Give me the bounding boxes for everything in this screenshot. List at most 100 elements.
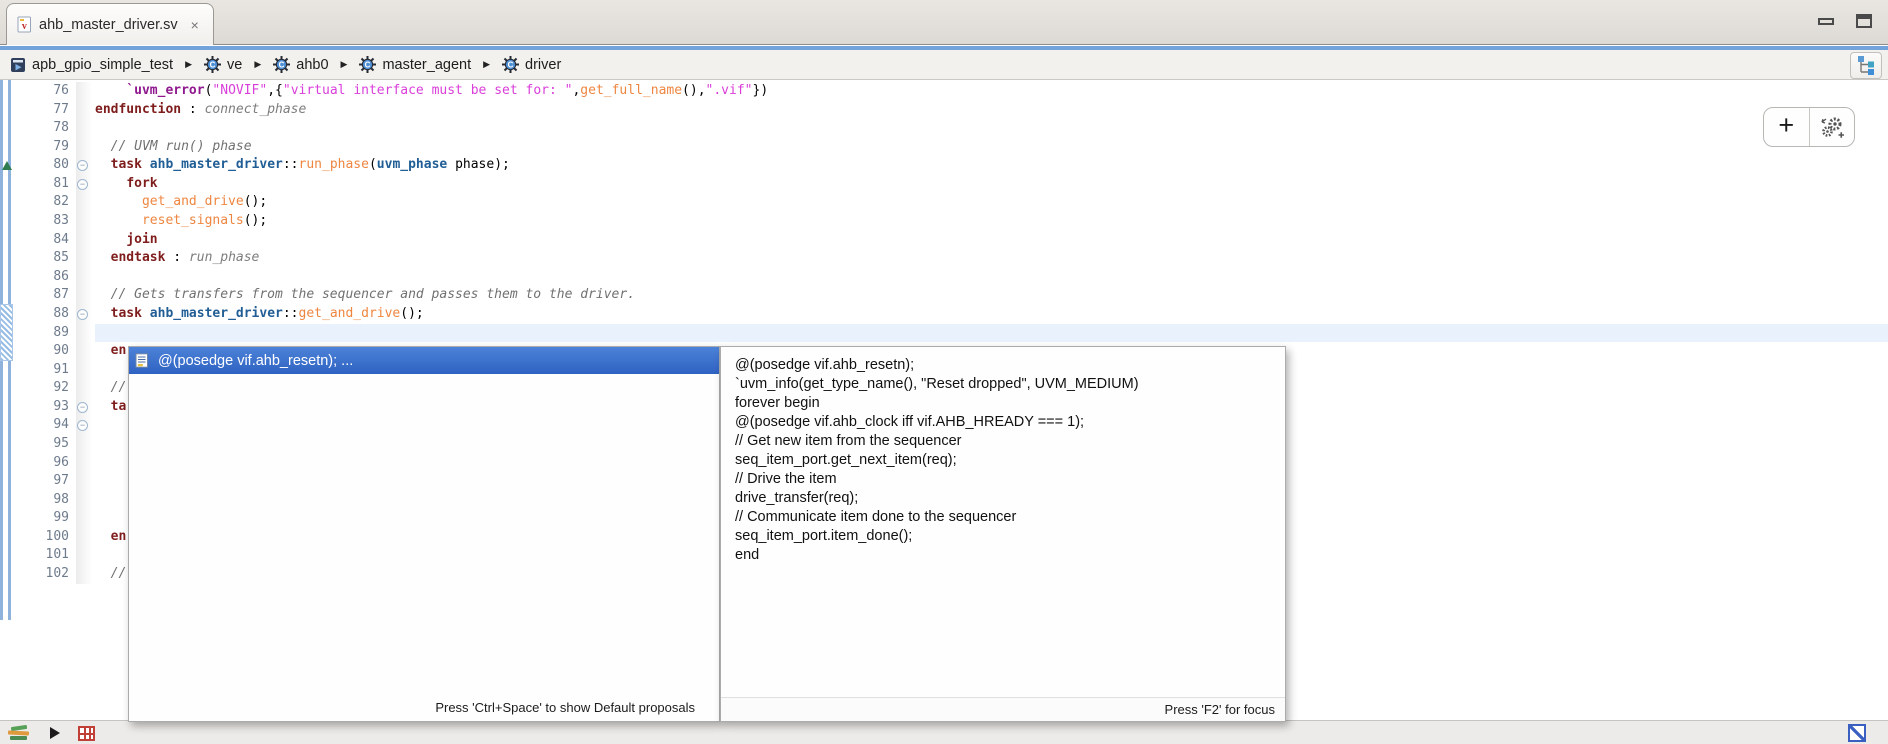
line-number[interactable]: 78 — [14, 119, 76, 138]
annotation-ruler-cell — [0, 268, 14, 287]
annotation-ruler-cell — [0, 398, 14, 417]
fold-gutter-cell: − — [76, 156, 95, 175]
add-button[interactable]: + — [1764, 108, 1810, 146]
breadcrumb-item-ahb0[interactable]: Cahb0 — [273, 56, 328, 73]
line-number[interactable]: 91 — [14, 361, 76, 380]
breadcrumb-item-master_agent[interactable]: Cmaster_agent — [359, 56, 471, 73]
line-number[interactable]: 89 — [14, 324, 76, 343]
preview-code-line: forever begin — [735, 394, 1271, 413]
annotation-ruler-cell — [0, 138, 14, 157]
code-text — [95, 119, 1888, 138]
annotation-ruler-cell — [0, 193, 14, 212]
line-number[interactable]: 90 — [14, 342, 76, 361]
line-number[interactable]: 87 — [14, 286, 76, 305]
annotation-ruler-cell — [0, 212, 14, 231]
fold-collapse-icon[interactable]: − — [77, 402, 88, 413]
proposal-label: @(posedge vif.ahb_resetn); ... — [158, 353, 353, 369]
code-line-89[interactable]: 89 — [0, 324, 1888, 343]
code-line-77[interactable]: 77 endfunction : connect_phase — [0, 101, 1888, 120]
tab-close-icon[interactable]: × — [191, 17, 199, 33]
line-number[interactable]: 76 — [14, 82, 76, 101]
proposal-preview-popup: @(posedge vif.ahb_resetn);`uvm_info(get_… — [720, 346, 1286, 722]
proposal-item-selected[interactable]: @(posedge vif.ahb_resetn); ... — [129, 347, 719, 374]
code-line-76[interactable]: 76 `uvm_error("NOVIF",{"virtual interfac… — [0, 82, 1888, 101]
green-arrow-icon — [2, 161, 12, 170]
breadcrumb-separator-icon: ▶ — [254, 59, 261, 70]
line-number[interactable]: 84 — [14, 231, 76, 250]
code-line-80[interactable]: 80− task ahb_master_driver::run_phase(uv… — [0, 156, 1888, 175]
play-icon[interactable] — [50, 727, 60, 739]
line-number[interactable]: 93 — [14, 398, 76, 417]
line-number[interactable]: 97 — [14, 472, 76, 491]
line-number[interactable]: 96 — [14, 454, 76, 473]
line-number[interactable]: 94 — [14, 416, 76, 435]
line-number[interactable]: 101 — [14, 546, 76, 565]
build-stack-icon[interactable] — [8, 725, 32, 742]
fold-gutter-cell: − — [76, 305, 95, 324]
code-text: reset_signals(); — [95, 212, 1888, 231]
line-number[interactable]: 100 — [14, 528, 76, 547]
fold-collapse-icon[interactable]: − — [77, 160, 88, 171]
line-number[interactable]: 82 — [14, 193, 76, 212]
fold-gutter-cell — [76, 286, 95, 305]
line-number[interactable]: 95 — [14, 435, 76, 454]
code-text: endtask : run_phase — [95, 249, 1888, 268]
line-number[interactable]: 79 — [14, 138, 76, 157]
preview-code-line: @(posedge vif.ahb_clock iff vif.AHB_HREA… — [735, 413, 1271, 432]
line-number[interactable]: 86 — [14, 268, 76, 287]
settings-button[interactable] — [1810, 108, 1855, 146]
editor-tab-bar: v ahb_master_driver.sv × — [0, 0, 1888, 45]
fold-gutter-cell — [76, 528, 95, 547]
code-line-88[interactable]: 88− task ahb_master_driver::get_and_driv… — [0, 305, 1888, 324]
fold-gutter-cell — [76, 193, 95, 212]
line-number[interactable]: 92 — [14, 379, 76, 398]
code-line-81[interactable]: 81− fork — [0, 175, 1888, 194]
code-line-82[interactable]: 82 get_and_drive(); — [0, 193, 1888, 212]
annotation-ruler-cell — [0, 156, 14, 175]
fold-gutter-cell — [76, 82, 95, 101]
line-number[interactable]: 88 — [14, 305, 76, 324]
code-line-86[interactable]: 86 — [0, 268, 1888, 287]
line-number[interactable]: 99 — [14, 509, 76, 528]
red-grid-icon[interactable] — [78, 726, 95, 741]
line-number[interactable]: 77 — [14, 101, 76, 120]
block-selection-icon[interactable] — [1848, 724, 1866, 742]
annotation-ruler-cell — [0, 342, 14, 361]
sv-file-icon: v — [17, 16, 32, 33]
annotation-ruler-cell — [0, 324, 14, 343]
fold-collapse-icon[interactable]: − — [77, 420, 88, 431]
code-line-85[interactable]: 85 endtask : run_phase — [0, 249, 1888, 268]
breadcrumb-item-driver[interactable]: Cdriver — [502, 56, 561, 73]
line-number[interactable]: 85 — [14, 249, 76, 268]
code-text: endfunction : connect_phase — [95, 101, 1888, 120]
maximize-icon[interactable] — [1856, 14, 1872, 28]
code-line-78[interactable]: 78 — [0, 119, 1888, 138]
fold-gutter-cell — [76, 454, 95, 473]
svg-text:C: C — [210, 61, 216, 70]
line-number[interactable]: 102 — [14, 565, 76, 584]
line-number[interactable]: 83 — [14, 212, 76, 231]
tab-ahb-master-driver[interactable]: v ahb_master_driver.sv × — [6, 3, 214, 45]
breadcrumb-item-apb_gpio_simple_test[interactable]: apb_gpio_simple_test — [10, 57, 173, 73]
fold-collapse-icon[interactable]: − — [77, 179, 88, 190]
breadcrumb-item-ve[interactable]: Cve — [204, 56, 242, 73]
breadcrumb-label: ahb0 — [296, 57, 328, 73]
fold-gutter-cell — [76, 231, 95, 250]
annotation-ruler-cell — [0, 472, 14, 491]
class-icon: C — [502, 56, 519, 73]
code-line-87[interactable]: 87 // Gets transfers from the sequencer … — [0, 286, 1888, 305]
annotation-ruler-cell — [0, 82, 14, 101]
preview-code-line: @(posedge vif.ahb_resetn); — [735, 356, 1271, 375]
code-line-83[interactable]: 83 reset_signals(); — [0, 212, 1888, 231]
code-line-84[interactable]: 84 join — [0, 231, 1888, 250]
fold-gutter-cell — [76, 138, 95, 157]
line-number[interactable]: 98 — [14, 491, 76, 510]
minimize-icon[interactable] — [1818, 18, 1834, 25]
fold-collapse-icon[interactable]: − — [77, 309, 88, 320]
code-line-79[interactable]: 79 // UVM run() phase — [0, 138, 1888, 157]
fold-gutter-cell — [76, 324, 95, 343]
line-number[interactable]: 81 — [14, 175, 76, 194]
line-number[interactable]: 80 — [14, 156, 76, 175]
class-icon: C — [359, 56, 376, 73]
show-hierarchy-button[interactable] — [1850, 52, 1882, 79]
